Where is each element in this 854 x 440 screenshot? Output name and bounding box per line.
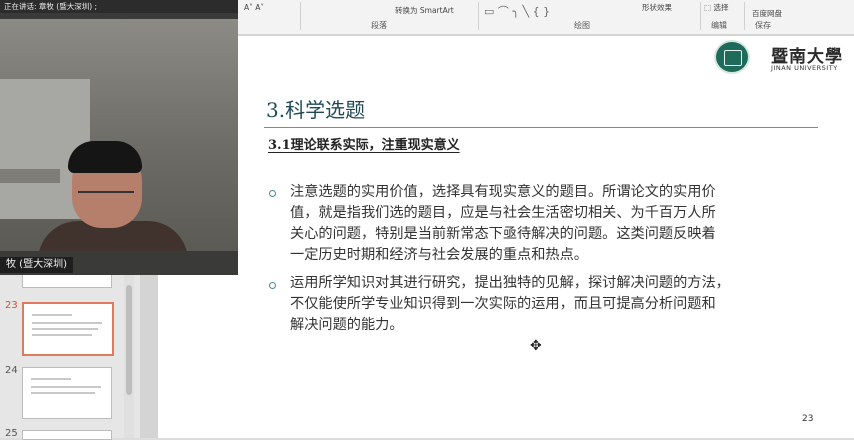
thumbnail-text-line [32, 322, 102, 324]
slide-page-number: 23 [802, 414, 814, 424]
bullet-ring [269, 282, 276, 289]
shapes-gallery[interactable]: ▭ ⌒ ╮ ╲ { } [484, 3, 550, 19]
font-size-control[interactable]: A˅ A˅ [244, 3, 264, 12]
hollow-circle-bullet-icon [268, 186, 282, 200]
title-divider [264, 127, 818, 128]
save-to-baidu-button[interactable]: 百度网盘 [752, 8, 782, 19]
thumbnail-number: 24 [5, 365, 18, 376]
paragraph-line: 不仅能使所学专业知识得到一次实际的运用，而且可提高分析问题和 [290, 296, 716, 312]
paragraph-line: 解决问题的能力。 [290, 317, 404, 333]
university-logo-english: JINAN UNIVERSITY [771, 64, 838, 72]
select-button[interactable]: ⬚ 选择 [704, 2, 728, 13]
webcam-video [0, 19, 238, 251]
ribbon-separator [478, 2, 479, 30]
move-cursor-icon: ✥ [530, 338, 542, 354]
thumbnail-number: 25 [5, 428, 18, 439]
paragraph-line: 值，就是指我们选的题目，应是与社会生活密切相关、为千百万人所 [290, 205, 716, 221]
thumbnail-text-line [32, 328, 98, 330]
save-group-label: 保存 [755, 21, 771, 30]
thumbnail-text-line [31, 392, 95, 394]
seal-emblem [724, 50, 742, 66]
ribbon-separator [744, 2, 745, 30]
presenter-hair [68, 141, 142, 173]
hollow-circle-bullet-icon [268, 278, 282, 292]
slide-subtitle[interactable]: 3.1理论联系实际，注重现实意义 [268, 134, 460, 153]
bullet-ring [269, 190, 276, 197]
thumbnail-text-line [31, 378, 71, 380]
bullet-paragraph[interactable]: 运用所学知识对其进行研究，提出独特的见解，探讨解决问题的方法， 不仅能使所学专业… [290, 273, 730, 336]
bullet-paragraph[interactable]: 注意选题的实用价值，选择具有现实意义的题目。所谓论文的实用价 值，就是指我们选的… [290, 182, 716, 266]
thumbnail-scrollbar-thumb[interactable] [126, 285, 132, 395]
thumbnail-number: 23 [5, 300, 18, 311]
slide-title[interactable]: 3.科学选题 [266, 94, 365, 123]
thumbnail-text-line [32, 314, 72, 316]
slide-thumbnail[interactable] [22, 367, 112, 419]
paragraph-group-label: 段落 [371, 21, 387, 30]
ribbon-separator [700, 2, 701, 30]
editing-group-label: 编辑 [711, 21, 727, 30]
paragraph-line: 一定历史时期和经济与社会发展的重点和热点。 [290, 247, 588, 263]
paragraph-line: 注意选题的实用价值，选择具有现实意义的题目。所谓论文的实用价 [290, 184, 716, 200]
active-speaker-indicator: 正在讲话: 章牧 (暨大深圳) ; [0, 0, 238, 13]
shape-effects-button[interactable]: 形状效果 [642, 2, 672, 13]
select-label: 选择 [713, 3, 729, 12]
paragraph-line: 关心的问题，特别是当前新常态下亟待解决的问题。这类问题反映着 [290, 226, 716, 242]
participant-name-label: 牧 (暨大深圳) [0, 257, 73, 273]
thumbnail-text-line [32, 334, 92, 336]
university-seal-icon [714, 40, 750, 74]
presenter-glasses [78, 191, 134, 203]
paragraph-line: 运用所学知识对其进行研究，提出独特的见解，探讨解决问题的方法， [290, 275, 730, 291]
background-shelf [0, 169, 60, 183]
ribbon-separator [300, 2, 301, 30]
video-feed-panel[interactable] [0, 13, 238, 275]
drawing-group-label: 绘图 [574, 21, 590, 30]
slide-thumbnail[interactable] [22, 430, 112, 440]
convert-smartart-button[interactable]: 转换为 SmartArt [395, 5, 454, 16]
thumbnail-text-line [31, 386, 101, 388]
slide-thumbnail-active[interactable] [22, 302, 114, 356]
